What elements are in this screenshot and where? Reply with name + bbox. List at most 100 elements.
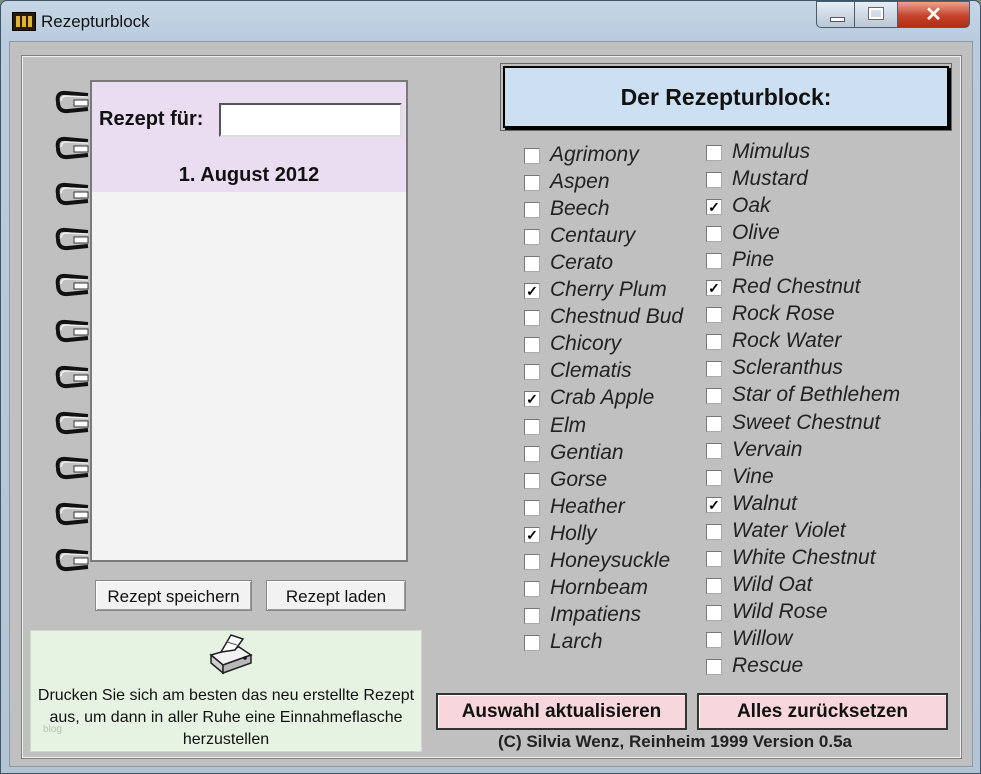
remedy-checkbox[interactable]	[706, 577, 722, 594]
remedy-checkbox[interactable]	[706, 361, 722, 378]
remedy-item[interactable]: Star of Bethlehem	[706, 383, 906, 409]
remedy-checkbox[interactable]	[524, 175, 540, 192]
remedy-checkbox[interactable]	[524, 148, 540, 164]
remedy-item[interactable]: Impatiens	[524, 603, 724, 629]
remedy-item[interactable]: Honeysuckle	[524, 549, 724, 575]
remedy-label: Mimulus	[732, 140, 811, 163]
remedy-checkbox[interactable]	[706, 172, 722, 189]
remedy-item[interactable]: Agrimony	[524, 143, 724, 169]
remedy-item[interactable]: Vervain	[706, 438, 906, 464]
notebook-ring	[52, 546, 92, 580]
remedy-item[interactable]: Larch	[524, 630, 724, 656]
remedy-item[interactable]: Elm	[524, 414, 724, 440]
rezept-name-input[interactable]	[219, 103, 402, 137]
remedy-item[interactable]: Olive	[706, 221, 906, 247]
remedy-checkbox[interactable]	[524, 499, 540, 516]
remedy-checkbox[interactable]	[706, 604, 722, 621]
minimize-button[interactable]	[816, 1, 855, 28]
remedy-checkbox[interactable]: ✓	[524, 283, 540, 300]
save-recipe-button[interactable]: Rezept speichern	[95, 580, 252, 611]
notebook-ring	[52, 180, 92, 214]
remedy-checkbox[interactable]	[706, 307, 722, 324]
notebook-ring	[52, 409, 92, 443]
remedy-checkbox[interactable]	[524, 229, 540, 246]
remedy-checkbox[interactable]	[706, 388, 722, 405]
remedy-item[interactable]: ✓ Red Chestnut	[706, 275, 906, 301]
remedy-checkbox[interactable]	[706, 145, 722, 161]
remedy-item[interactable]: ✓ Crab Apple	[524, 386, 724, 412]
title-bar[interactable]: Rezepturblock ✕	[1, 1, 980, 41]
remedy-checkbox[interactable]	[706, 523, 722, 540]
remedy-item[interactable]: Rescue	[706, 654, 906, 680]
remedy-item[interactable]: ✓ Oak	[706, 194, 906, 220]
remedy-checkbox[interactable]	[706, 550, 722, 567]
notebook-ring	[52, 500, 92, 534]
remedy-item[interactable]: Willow	[706, 627, 906, 653]
remedy-item[interactable]: Hornbeam	[524, 576, 724, 602]
remedy-checkbox[interactable]	[706, 469, 722, 486]
remedy-item[interactable]: Chestnud Bud	[524, 305, 724, 331]
remedy-item[interactable]: Pine	[706, 248, 906, 274]
remedy-item[interactable]: Mustard	[706, 167, 906, 193]
remedy-checkbox[interactable]	[524, 364, 540, 381]
load-recipe-button[interactable]: Rezept laden	[266, 580, 406, 611]
remedy-label: Honeysuckle	[550, 548, 671, 572]
remedy-label: Willow	[732, 626, 793, 650]
remedy-item[interactable]: Gentian	[524, 441, 724, 467]
remedy-checkbox[interactable]	[706, 442, 722, 459]
remedy-checkbox[interactable]	[706, 334, 722, 351]
remedy-label: Rock Water	[732, 329, 842, 353]
app-icon	[12, 12, 36, 31]
reset-all-button[interactable]: Alles zurücksetzen	[697, 693, 948, 730]
remedy-item[interactable]: Cerato	[524, 251, 724, 277]
remedy-item[interactable]: Heather	[524, 495, 724, 521]
remedy-item[interactable]: Beech	[524, 197, 724, 223]
remedy-checkbox[interactable]	[706, 253, 722, 270]
remedy-item[interactable]: Rock Water	[706, 329, 906, 355]
remedy-item[interactable]: Clematis	[524, 359, 724, 385]
remedy-item[interactable]: Vine	[706, 465, 906, 491]
remedy-item[interactable]: ✓ Cherry Plum	[524, 278, 724, 304]
remedy-item[interactable]: Gorse	[524, 468, 724, 494]
remedy-item[interactable]: Rock Rose	[706, 302, 906, 328]
remedy-item[interactable]: Sweet Chestnut	[706, 411, 906, 437]
remedy-checkbox[interactable]	[706, 631, 722, 648]
remedy-checkbox[interactable]: ✓	[524, 391, 540, 408]
remedy-checkbox[interactable]: ✓	[706, 199, 722, 216]
remedy-item[interactable]: White Chestnut	[706, 546, 906, 572]
remedy-checkbox[interactable]	[524, 580, 540, 597]
remedy-checkbox[interactable]	[524, 310, 540, 327]
remedy-label: Scleranthus	[732, 356, 843, 380]
remedy-item[interactable]: Aspen	[524, 170, 724, 196]
remedy-checkbox[interactable]: ✓	[706, 496, 722, 513]
remedy-checkbox[interactable]	[706, 658, 722, 675]
remedy-checkbox[interactable]	[706, 415, 722, 432]
remedy-checkbox[interactable]	[706, 226, 722, 243]
remedy-checkbox[interactable]	[524, 607, 540, 624]
remedy-item[interactable]: Scleranthus	[706, 356, 906, 382]
remedy-item[interactable]: Mimulus	[706, 140, 906, 166]
remedy-item[interactable]: ✓ Walnut	[706, 492, 906, 518]
remedy-item[interactable]: ✓ Holly	[524, 522, 724, 548]
remedy-checkbox[interactable]: ✓	[524, 526, 540, 543]
remedy-checkbox[interactable]: ✓	[706, 280, 722, 297]
remedy-item[interactable]: Chicory	[524, 332, 724, 358]
remedy-item[interactable]: Wild Oat	[706, 573, 906, 599]
remedy-checkbox[interactable]	[524, 553, 540, 570]
notebook-ring	[52, 454, 92, 488]
remedy-item[interactable]: Wild Rose	[706, 600, 906, 626]
maximize-button[interactable]	[854, 1, 898, 28]
remedy-checkbox[interactable]	[524, 337, 540, 354]
remedy-item[interactable]: Centaury	[524, 224, 724, 250]
update-selection-button[interactable]: Auswahl aktualisieren	[436, 693, 687, 730]
printer-icon[interactable]	[203, 633, 255, 675]
remedy-item[interactable]: Water Violet	[706, 519, 906, 545]
remedy-checkbox[interactable]	[524, 256, 540, 273]
remedy-checkbox[interactable]	[524, 634, 540, 651]
remedy-checkbox[interactable]	[524, 202, 540, 219]
remedy-label: Centaury	[550, 224, 636, 248]
close-button[interactable]: ✕	[897, 1, 970, 28]
remedy-checkbox[interactable]	[524, 445, 540, 462]
remedy-checkbox[interactable]	[524, 472, 540, 489]
remedy-checkbox[interactable]	[524, 418, 540, 435]
